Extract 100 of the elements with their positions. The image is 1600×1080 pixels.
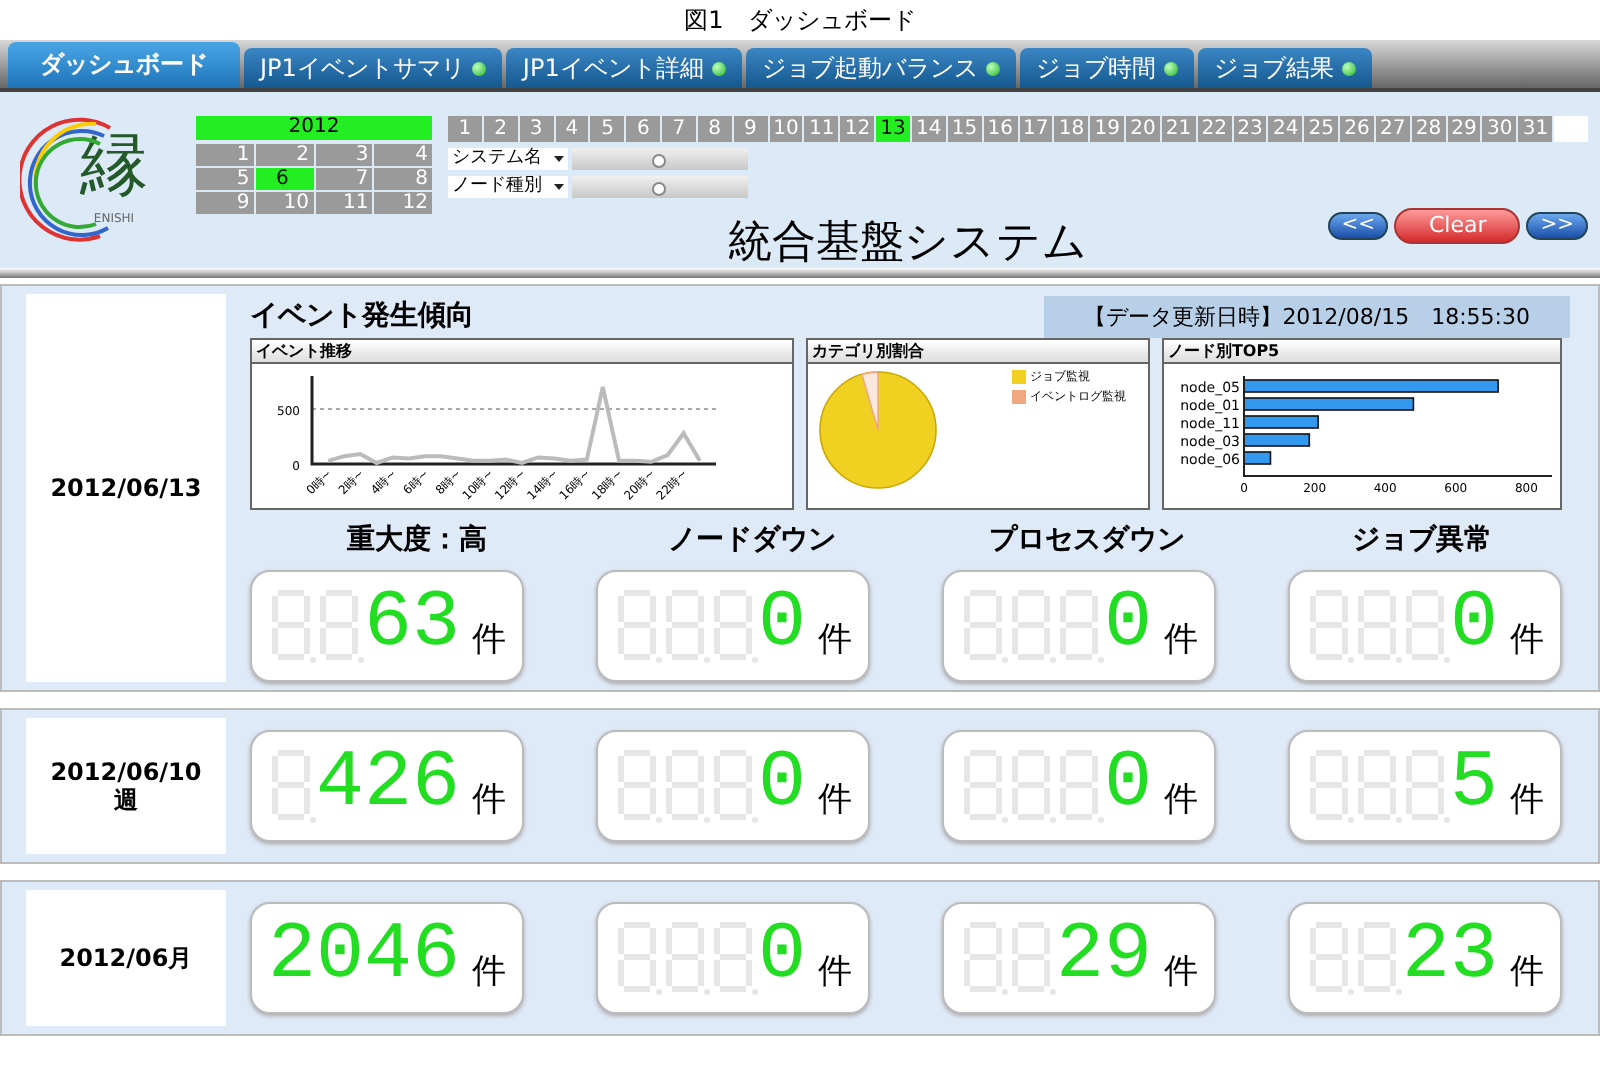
unit-label: 件 bbox=[1163, 777, 1198, 821]
month-cell[interactable]: 2 bbox=[255, 144, 313, 166]
nav-tab[interactable]: ジョブ結果 bbox=[1197, 48, 1372, 88]
unlit-digit-icon bbox=[613, 746, 662, 826]
day-cell[interactable]: 25 bbox=[1304, 116, 1339, 142]
counter-value: 23 bbox=[1401, 918, 1498, 998]
metric-label: ノードダウン bbox=[666, 522, 839, 558]
nav-tab[interactable]: JP1イベントサマリ bbox=[244, 48, 503, 88]
nav-button[interactable]: >> bbox=[1526, 212, 1588, 240]
unlit-digit-icon bbox=[661, 746, 710, 826]
month-cell[interactable]: 3 bbox=[315, 144, 373, 166]
chart-title: イベント推移 bbox=[251, 340, 792, 364]
month-cell[interactable]: 12 bbox=[374, 192, 432, 214]
unlit-digit-icon bbox=[709, 586, 758, 666]
unlit-digit-icon bbox=[661, 918, 710, 998]
period-label: 週 bbox=[113, 786, 138, 814]
clear-button[interactable]: Clear bbox=[1394, 208, 1521, 244]
day-cell[interactable]: 4 bbox=[555, 116, 589, 142]
update-timestamp: 【データ更新日時】2012/08/15 18:55:30 bbox=[1044, 295, 1570, 337]
counter-value: 2046 bbox=[267, 918, 460, 998]
month-cell[interactable]: 11 bbox=[315, 192, 373, 214]
day-cell[interactable]: 15 bbox=[947, 116, 982, 142]
month-cell[interactable]: 1 bbox=[196, 144, 254, 166]
unlit-digit-icon bbox=[613, 586, 662, 666]
day-cell[interactable]: 14 bbox=[911, 116, 946, 142]
unlit-digit-icon bbox=[315, 586, 364, 666]
day-cell[interactable]: 24 bbox=[1268, 116, 1303, 142]
day-cell[interactable]: 1 bbox=[448, 116, 482, 142]
day-cell[interactable]: 29 bbox=[1447, 116, 1481, 142]
day-cell[interactable]: 17 bbox=[1019, 116, 1053, 142]
month-cell[interactable]: 6 bbox=[255, 168, 313, 190]
day-cell[interactable]: 22 bbox=[1197, 116, 1232, 142]
day-cell[interactable]: 18 bbox=[1054, 116, 1089, 142]
day-cell[interactable]: 10 bbox=[769, 116, 803, 142]
filter-slider[interactable] bbox=[572, 148, 748, 170]
unlit-digit-icon bbox=[1305, 586, 1354, 666]
unit-label: 件 bbox=[1510, 949, 1544, 993]
counter-value: 5 bbox=[1449, 746, 1498, 826]
year-label: 2012 bbox=[196, 116, 432, 140]
unit-label: 件 bbox=[817, 949, 852, 993]
month-cell[interactable]: 4 bbox=[374, 144, 432, 166]
unlit-digit-icon bbox=[613, 918, 662, 998]
day-cell[interactable]: 7 bbox=[662, 116, 696, 142]
day-cell[interactable]: 30 bbox=[1482, 116, 1517, 142]
date-label: 2012/06/10 bbox=[50, 758, 202, 786]
counter-value: 0 bbox=[757, 746, 806, 826]
chart-title: カテゴリ別割合 bbox=[807, 340, 1148, 364]
unit-label: 件 bbox=[1510, 777, 1544, 821]
counter-value: 29 bbox=[1055, 918, 1152, 998]
metric-label: ジョブ異常 bbox=[1350, 522, 1495, 558]
day-cell[interactable]: 28 bbox=[1411, 116, 1446, 142]
unlit-digit-icon bbox=[1353, 586, 1402, 666]
unit-label: 件 bbox=[1510, 617, 1544, 661]
nav-tab[interactable]: JP1イベント詳細 bbox=[506, 48, 742, 88]
date-label: 2012/06/13 bbox=[26, 294, 226, 682]
day-cell[interactable]: 31 bbox=[1518, 116, 1553, 142]
filter-dropdown[interactable]: ノード種別 bbox=[448, 176, 568, 198]
unit-label: 件 bbox=[471, 949, 506, 993]
nav-button[interactable]: << bbox=[1327, 212, 1389, 240]
day-cell[interactable]: 21 bbox=[1161, 116, 1196, 142]
nav-tab[interactable]: ジョブ時間 bbox=[1019, 48, 1194, 88]
day-cell[interactable]: 2 bbox=[483, 116, 518, 142]
filter-slider[interactable] bbox=[572, 176, 748, 198]
counter-value: 0 bbox=[1103, 586, 1152, 666]
day-cell[interactable]: 19 bbox=[1090, 116, 1125, 142]
chart-title: ノード別TOP5 bbox=[1163, 340, 1560, 364]
nav-tab[interactable]: ジョブ起動バランス bbox=[745, 48, 1016, 88]
metric-label: 重大度：高 bbox=[345, 522, 490, 558]
month-cell[interactable]: 7 bbox=[315, 168, 373, 190]
day-cell[interactable]: 3 bbox=[519, 116, 554, 142]
unlit-digit-icon bbox=[1353, 918, 1402, 998]
nav-tab[interactable]: ダッシュボード bbox=[8, 42, 240, 88]
day-cell[interactable]: 26 bbox=[1340, 116, 1374, 142]
filter-dropdown[interactable]: システム名 bbox=[448, 148, 568, 170]
month-cell[interactable]: 9 bbox=[196, 192, 254, 214]
day-cell[interactable]: 11 bbox=[804, 116, 839, 142]
counter-value: 426 bbox=[315, 746, 460, 826]
month-cell[interactable]: 5 bbox=[196, 168, 254, 190]
month-cell[interactable]: 10 bbox=[255, 192, 313, 214]
day-cell[interactable]: 9 bbox=[733, 116, 768, 142]
day-cell[interactable]: 16 bbox=[983, 116, 1017, 142]
day-cell[interactable]: 5 bbox=[590, 116, 625, 142]
day-cell[interactable]: 8 bbox=[697, 116, 732, 142]
caret-icon bbox=[554, 156, 564, 162]
day-cell[interactable]: 6 bbox=[626, 116, 661, 142]
bar bbox=[1243, 451, 1272, 465]
figure-caption: 図1 ダッシュボード bbox=[682, 4, 918, 38]
day-cell[interactable]: 13 bbox=[876, 116, 910, 142]
day-cell[interactable]: 20 bbox=[1126, 116, 1160, 142]
day-cell[interactable]: 12 bbox=[840, 116, 875, 142]
day-cell[interactable]: 27 bbox=[1375, 116, 1410, 142]
section-title: イベント発生傾向 bbox=[249, 298, 474, 334]
slider-thumb[interactable] bbox=[651, 154, 666, 168]
unlit-digit-icon bbox=[709, 746, 758, 826]
month-cell[interactable]: 8 bbox=[374, 168, 432, 190]
slider-thumb[interactable] bbox=[651, 182, 666, 196]
unit-label: 件 bbox=[817, 617, 852, 661]
system-title: 統合基盤システム bbox=[728, 216, 1088, 272]
day-cell[interactable]: 23 bbox=[1233, 116, 1267, 142]
unlit-digit-icon bbox=[1401, 586, 1450, 666]
